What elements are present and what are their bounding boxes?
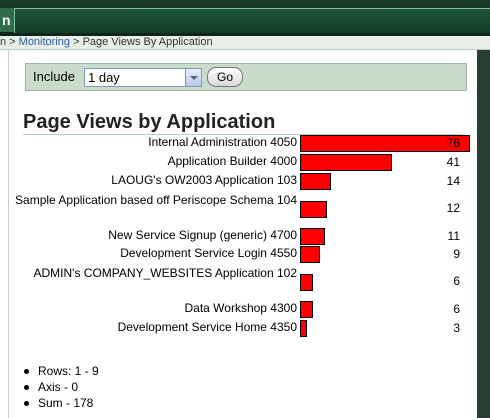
category-label: New Service Signup (generic) 4700 bbox=[108, 228, 297, 242]
value-label: 11 bbox=[447, 228, 460, 243]
breadcrumb-link-monitoring[interactable]: Monitoring bbox=[19, 36, 70, 48]
value-label: 14 bbox=[446, 173, 460, 188]
chart-stats-list: Rows: 1 - 9 Axis - 0 Sum - 178 bbox=[24, 363, 99, 411]
vertical-scrollbar[interactable] bbox=[477, 50, 490, 418]
period-select-value: 1 day bbox=[88, 70, 120, 85]
main-content: Include 1 day Go Page Views by Applicati… bbox=[0, 50, 477, 418]
value-label: 3 bbox=[453, 320, 460, 335]
bar-chart: Internal Administration 4050 76 Applicatio… bbox=[0, 134, 477, 354]
chart-bar bbox=[300, 228, 325, 245]
category-label: Sample Application based off Periscope S… bbox=[15, 193, 297, 207]
stat-item: Sum - 178 bbox=[24, 395, 99, 411]
category-label: Development Service Login 4550 bbox=[120, 246, 297, 260]
top-bar: n bbox=[0, 0, 490, 36]
value-label: 9 bbox=[453, 246, 460, 261]
chart-bar bbox=[300, 154, 392, 171]
chart-bar bbox=[300, 173, 331, 190]
category-label: Development Service Home 4350 bbox=[117, 320, 297, 334]
breadcrumb-prefix[interactable]: n > bbox=[0, 36, 19, 48]
breadcrumb-current: Page Views By Application bbox=[82, 36, 213, 48]
category-label: Data Workshop 4300 bbox=[184, 301, 297, 315]
period-select[interactable]: 1 day bbox=[84, 68, 202, 87]
value-label: 12 bbox=[446, 201, 460, 215]
value-label: 6 bbox=[453, 274, 460, 288]
category-label: Application Builder 4000 bbox=[167, 154, 297, 168]
chart-bar bbox=[300, 320, 307, 337]
category-label: ADMIN's COMPANY_WEBSITES Application 102 bbox=[33, 266, 298, 280]
breadcrumb-separator: > bbox=[70, 36, 83, 48]
page-title: Page Views by Application bbox=[23, 110, 463, 135]
chevron-down-icon[interactable] bbox=[185, 69, 201, 86]
chart-bar bbox=[300, 301, 313, 318]
chart-bar bbox=[300, 200, 327, 218]
go-button[interactable]: Go bbox=[207, 67, 243, 87]
include-label: Include bbox=[33, 69, 75, 84]
filter-region: Include 1 day Go bbox=[25, 63, 467, 91]
chart-bar bbox=[300, 273, 313, 291]
category-label: LAOUG's OW2003 Application 103 bbox=[111, 173, 297, 187]
category-label: Internal Administration 4050 bbox=[148, 135, 297, 149]
value-label: 6 bbox=[453, 301, 460, 316]
value-label: 41 bbox=[446, 154, 460, 169]
stat-item: Rows: 1 - 9 bbox=[24, 364, 99, 378]
tab-strip bbox=[14, 8, 490, 33]
value-label: 76 bbox=[446, 135, 460, 150]
breadcrumb: n > Monitoring > Page Views By Applicati… bbox=[0, 36, 490, 50]
stat-item: Axis - 0 bbox=[24, 379, 99, 395]
chart-bar bbox=[300, 246, 320, 263]
